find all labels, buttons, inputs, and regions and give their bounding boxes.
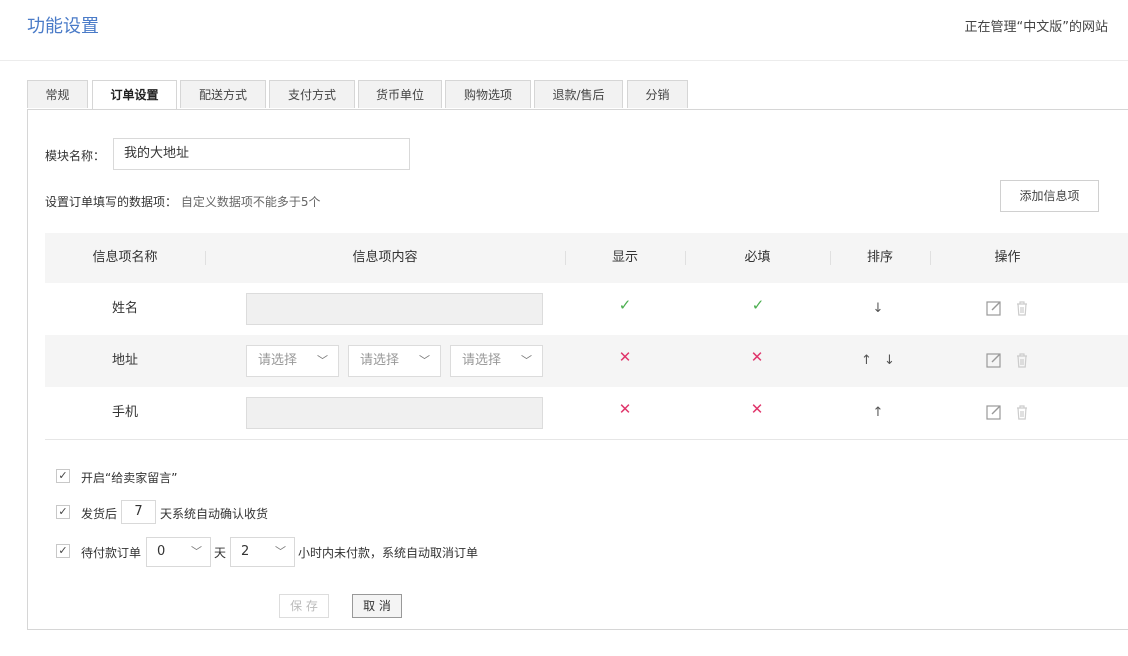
data-items-label-text: 设置订单填写的数据项： (45, 195, 178, 209)
select-value: 请选择 (462, 353, 502, 368)
tab-distribution[interactable]: 分销 (627, 80, 688, 108)
table-row: 手机 ✕ ✕ ↑ (45, 387, 1128, 439)
tab-general[interactable]: 常规 (27, 80, 88, 108)
sort-arrows[interactable]: ↓ (850, 283, 910, 335)
module-name-input[interactable]: 我的大地址 (113, 138, 410, 170)
trash-icon[interactable] (1013, 351, 1031, 369)
cross-icon[interactable]: ✕ (615, 387, 635, 431)
data-items-hint: 自定义数据项不能多于5个 (180, 195, 321, 209)
row-name: 地址 (111, 353, 138, 368)
district-select[interactable]: 请选择 ﹀ (450, 345, 543, 377)
auto-cancel-suffix: 小时内未付款，系统自动取消订单 (298, 546, 479, 560)
check-icon[interactable]: ✓ (748, 283, 768, 327)
table-row: 姓名 ✓ ✓ ↓ (45, 283, 1128, 335)
tab-shopping-options[interactable]: 购物选项 (445, 80, 531, 108)
site-info: 正在管理“中文版”的网站 (964, 20, 1108, 35)
tab-order-settings[interactable]: 订单设置 (92, 80, 177, 111)
trash-icon[interactable] (1013, 299, 1031, 317)
th-required: 必填 (744, 250, 771, 265)
tab-currency[interactable]: 货币单位 (358, 80, 442, 108)
select-value: 0 (157, 544, 166, 559)
chevron-down-icon: ﹀ (317, 354, 328, 367)
cross-icon[interactable]: ✕ (747, 335, 767, 379)
trash-icon[interactable] (1013, 403, 1031, 421)
select-value: 请选择 (258, 353, 298, 368)
auto-confirm-checkbox[interactable]: ✓ (56, 505, 70, 519)
tab-payment[interactable]: 支付方式 (269, 80, 355, 108)
auto-cancel-checkbox[interactable]: ✓ (56, 544, 70, 558)
table-header: 信息项名称 信息项内容 显示 必填 排序 操作 (45, 233, 1128, 283)
th-name: 信息项名称 (92, 250, 158, 265)
check-icon[interactable]: ✓ (615, 283, 635, 327)
chevron-down-icon: ﹀ (419, 354, 430, 367)
header: 功能设置 正在管理“中文版”的网站 (0, 0, 1128, 61)
th-show: 显示 (611, 250, 638, 265)
module-name-label: 模块名称： (45, 149, 106, 163)
city-select[interactable]: 请选择 ﹀ (348, 345, 441, 377)
sort-arrows[interactable]: ↑ (850, 387, 910, 439)
leave-message-label: 开启“给卖家留言” (81, 471, 178, 485)
cancel-button[interactable]: 取 消 (352, 594, 402, 618)
th-sort: 排序 (866, 250, 893, 265)
chevron-down-icon: ﹀ (191, 545, 202, 558)
th-content: 信息项内容 (352, 250, 418, 265)
auto-cancel-hours-select[interactable]: 2 ﹀ (230, 537, 295, 567)
content-input[interactable] (246, 293, 543, 325)
row-name: 姓名 (111, 301, 138, 316)
select-value: 请选择 (360, 353, 400, 368)
chevron-down-icon: ﹀ (521, 354, 532, 367)
auto-confirm-suffix: 天系统自动确认收货 (160, 507, 269, 521)
content-input[interactable] (246, 397, 543, 429)
save-button[interactable]: 保 存 (279, 594, 329, 618)
tab-delivery[interactable]: 配送方式 (180, 80, 266, 108)
page-title: 功能设置 (27, 16, 99, 37)
data-items-label: 设置订单填写的数据项： 自定义数据项不能多于5个 (45, 193, 320, 210)
sort-arrows[interactable]: ↑ ↓ (850, 335, 910, 387)
chevron-down-icon: ﹀ (275, 545, 286, 558)
tab-refund[interactable]: 退款/售后 (534, 80, 623, 108)
edit-icon[interactable] (985, 299, 1003, 317)
table-row: 地址 请选择 ﹀ 请选择 ﹀ 请选择 ﹀ ✕ ✕ ↑ ↓ (45, 335, 1128, 387)
auto-cancel-days-select[interactable]: 0 ﹀ (146, 537, 211, 567)
row-name: 手机 (111, 405, 138, 420)
cross-icon[interactable]: ✕ (615, 335, 635, 379)
leave-message-checkbox[interactable]: ✓ (56, 469, 70, 483)
order-settings-panel: 模块名称： 我的大地址 设置订单填写的数据项： 自定义数据项不能多于5个 添加信… (27, 109, 1128, 630)
auto-cancel-prefix: 待付款订单 (81, 546, 142, 560)
province-select[interactable]: 请选择 ﹀ (246, 345, 339, 377)
table-bottom-divider (45, 439, 1128, 440)
edit-icon[interactable] (985, 351, 1003, 369)
cross-icon[interactable]: ✕ (747, 387, 767, 431)
th-actions: 操作 (994, 250, 1021, 265)
auto-confirm-prefix: 发货后 (81, 507, 118, 521)
days-unit-label: 天 (214, 546, 227, 560)
add-info-item-button[interactable]: 添加信息项 (1000, 180, 1099, 212)
select-value: 2 (241, 544, 250, 559)
auto-confirm-days-input[interactable]: 7 (121, 500, 156, 524)
edit-icon[interactable] (985, 403, 1003, 421)
